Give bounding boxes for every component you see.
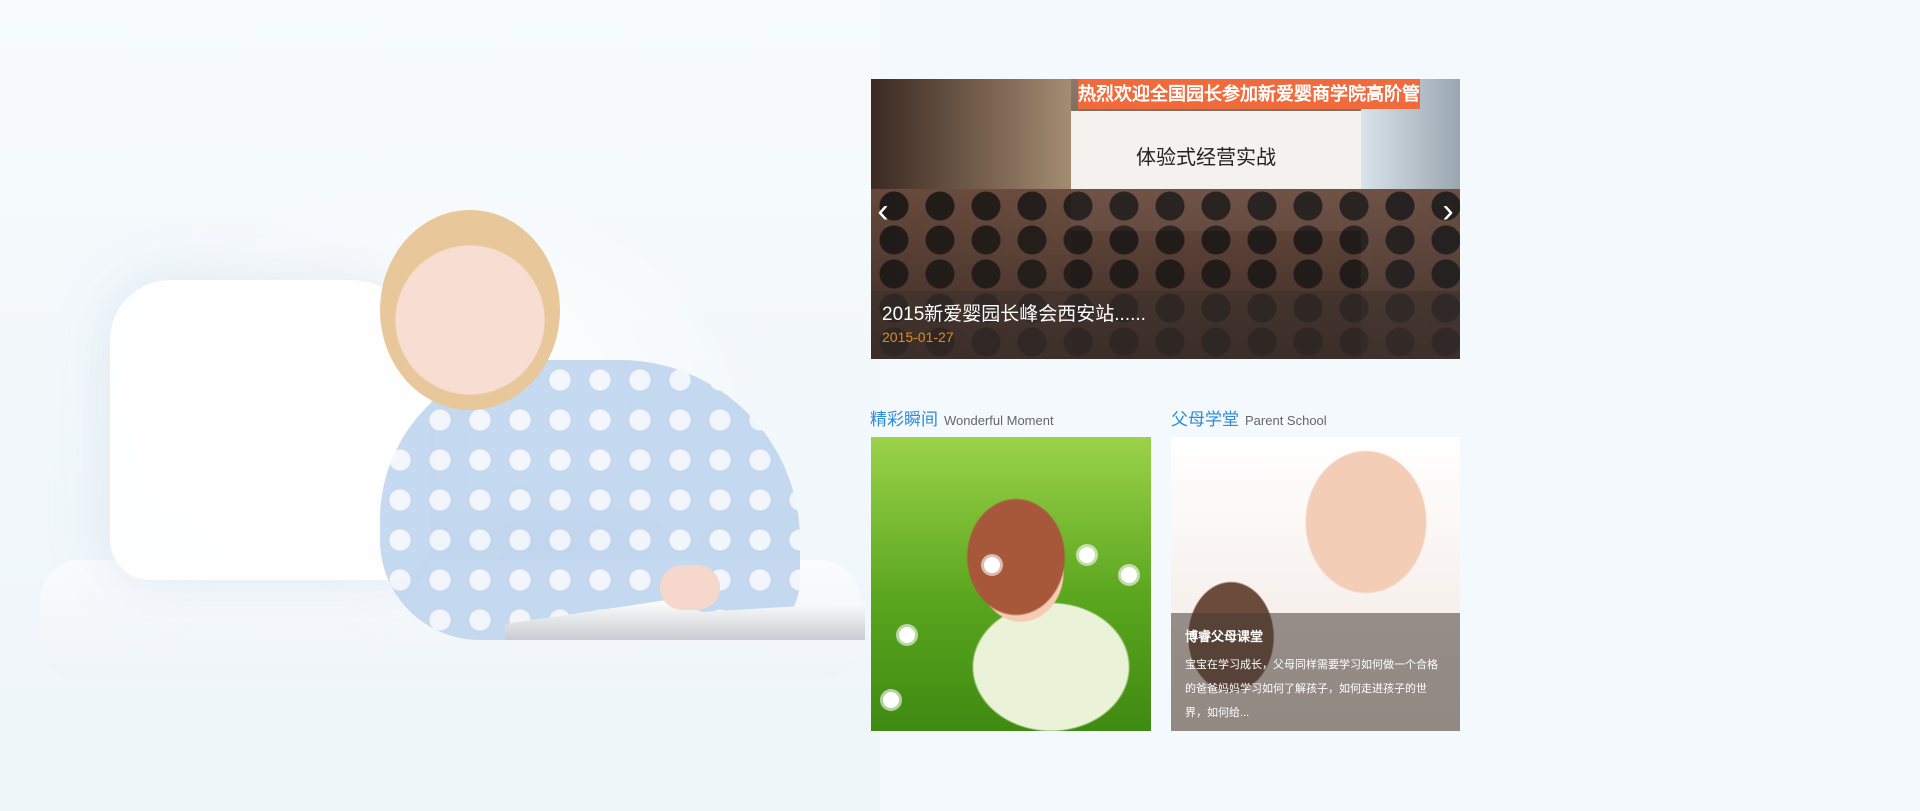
slide-board-title: 体验式经营实战	[1136, 147, 1276, 169]
slide-banner: 热烈欢迎全国园长参加新爱婴商学院高阶管理培训！	[1078, 79, 1420, 109]
section-title-en: Wonderful Moment	[944, 413, 1054, 428]
wonderful-moment-image[interactable]	[871, 437, 1151, 731]
parent-school-description: 宝宝在学习成长，父母同样需要学习如何做一个合格的爸爸妈妈学习如何了解孩子，如何走…	[1185, 659, 1438, 719]
slide-title[interactable]: 2015新爱婴园长峰会西安站......	[882, 299, 1146, 326]
flower-decoration	[899, 627, 915, 643]
flower-decoration	[1079, 547, 1095, 563]
section-heading-wonderful-moment: 精彩瞬间 Wonderful Moment	[870, 405, 1054, 430]
section-title-cn[interactable]: 精彩瞬间	[870, 410, 938, 429]
hero-image	[0, 0, 880, 811]
section-title-en: Parent School	[1245, 413, 1327, 428]
parent-school-card[interactable]: 博睿父母课堂 宝宝在学习成长，父母同样需要学习如何做一个合格的爸爸妈妈学习如何了…	[1171, 437, 1460, 731]
flower-decoration	[1121, 567, 1137, 583]
slide-caption[interactable]: 2015新爱婴园长峰会西安站...... 2015-01-27	[871, 291, 1460, 359]
child-head-decoration	[380, 210, 560, 410]
parent-school-title[interactable]: 博睿父母课堂	[1185, 626, 1263, 645]
section-heading-parent-school: 父母学堂 Parent School	[1171, 405, 1327, 430]
hand-decoration	[660, 565, 720, 610]
section-title-cn[interactable]: 父母学堂	[1171, 410, 1239, 429]
chevron-left-icon[interactable]: ‹	[871, 191, 895, 231]
slide-date: 2015-01-27	[882, 329, 954, 345]
flower-decoration	[984, 557, 1000, 573]
parent-school-caption: 博睿父母课堂 宝宝在学习成长，父母同样需要学习如何做一个合格的爸爸妈妈学习如何了…	[1171, 613, 1460, 731]
flower-decoration	[883, 692, 899, 708]
news-slider[interactable]: 体验式经营实战 热烈欢迎全国园长参加新爱婴商学院高阶管理培训！ 2015新爱婴园…	[871, 79, 1460, 359]
chevron-right-icon[interactable]: ›	[1436, 191, 1460, 231]
